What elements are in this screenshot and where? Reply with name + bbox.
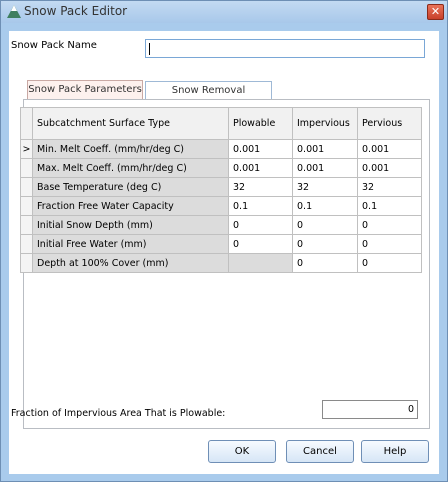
grid-row-base-temperature: Base Temperature (deg C) 32 32 32 — [20, 178, 422, 197]
grid-row-min-melt-coeff: > Min. Melt Coeff. (mm/hr/deg C) 0.001 0… — [20, 140, 422, 159]
column-header-impervious: Impervious — [293, 107, 358, 140]
column-header-plowable: Plowable — [229, 107, 293, 140]
column-header-surface-type: Subcatchment Surface Type — [33, 107, 229, 140]
text-caret — [149, 43, 150, 55]
row-indicator[interactable] — [20, 197, 33, 216]
impervious-cell[interactable]: 0 — [293, 254, 358, 273]
pervious-cell[interactable]: 0 — [358, 235, 422, 254]
snow-pack-name-label: Snow Pack Name — [11, 40, 97, 51]
dialog-body: Snow Pack Name Snow Pack Parameters Snow… — [9, 31, 439, 474]
grid-row-fraction-free-water: Fraction Free Water Capacity 0.1 0.1 0.1 — [20, 197, 422, 216]
row-label: Depth at 100% Cover (mm) — [33, 254, 229, 273]
cancel-button[interactable]: Cancel — [286, 440, 354, 463]
row-label: Initial Free Water (mm) — [33, 235, 229, 254]
close-icon: ✕ — [430, 5, 441, 18]
window-title: Snow Pack Editor — [24, 4, 128, 18]
pervious-cell[interactable]: 0.001 — [358, 140, 422, 159]
impervious-cell[interactable]: 32 — [293, 178, 358, 197]
row-indicator[interactable] — [20, 254, 33, 273]
row-label: Initial Snow Depth (mm) — [33, 216, 229, 235]
title-bar[interactable]: Snow Pack Editor ✕ — [1, 1, 447, 23]
help-button[interactable]: Help — [361, 440, 429, 463]
plowable-cell[interactable]: 0 — [229, 216, 293, 235]
row-label: Base Temperature (deg C) — [33, 178, 229, 197]
pervious-cell[interactable]: 0.1 — [358, 197, 422, 216]
impervious-cell[interactable]: 0.1 — [293, 197, 358, 216]
parameters-grid: Subcatchment Surface Type Plowable Imper… — [20, 107, 422, 273]
plowable-cell[interactable]: 0 — [229, 235, 293, 254]
column-header-pervious: Pervious — [358, 107, 422, 140]
row-label: Fraction Free Water Capacity — [33, 197, 229, 216]
pervious-cell[interactable]: 0 — [358, 216, 422, 235]
fraction-plowable-label: Fraction of Impervious Area That is Plow… — [11, 408, 226, 419]
plowable-cell-disabled — [229, 254, 293, 273]
impervious-cell[interactable]: 0 — [293, 235, 358, 254]
grid-row-max-melt-coeff: Max. Melt Coeff. (mm/hr/deg C) 0.001 0.0… — [20, 159, 422, 178]
row-indicator[interactable] — [20, 159, 33, 178]
plowable-cell[interactable]: 32 — [229, 178, 293, 197]
fraction-plowable-input[interactable]: 0 — [322, 400, 418, 419]
impervious-cell[interactable]: 0.001 — [293, 140, 358, 159]
tab-snow-pack-parameters[interactable]: Snow Pack Parameters — [27, 80, 143, 100]
tab-snow-removal-parameters[interactable]: Snow Removal Parameters — [145, 81, 272, 113]
close-button[interactable]: ✕ — [427, 4, 444, 20]
snow-pack-editor-window: Snow Pack Editor ✕ Snow Pack Name Snow P… — [0, 0, 448, 482]
impervious-cell[interactable]: 0.001 — [293, 159, 358, 178]
plowable-cell[interactable]: 0.1 — [229, 197, 293, 216]
row-indicator-header — [20, 107, 33, 140]
pervious-cell[interactable]: 0.001 — [358, 159, 422, 178]
pervious-cell[interactable]: 0 — [358, 254, 422, 273]
plowable-cell[interactable]: 0.001 — [229, 159, 293, 178]
row-indicator[interactable] — [20, 216, 33, 235]
plowable-cell[interactable]: 0.001 — [229, 140, 293, 159]
row-label: Min. Melt Coeff. (mm/hr/deg C) — [33, 140, 229, 159]
grid-row-depth-100-cover: Depth at 100% Cover (mm) 0 0 — [20, 254, 422, 273]
ok-button[interactable]: OK — [208, 440, 276, 463]
app-icon — [7, 5, 21, 18]
grid-row-initial-free-water: Initial Free Water (mm) 0 0 0 — [20, 235, 422, 254]
pervious-cell[interactable]: 32 — [358, 178, 422, 197]
snow-pack-name-input[interactable] — [145, 39, 425, 58]
row-label: Max. Melt Coeff. (mm/hr/deg C) — [33, 159, 229, 178]
row-indicator[interactable] — [20, 235, 33, 254]
grid-row-initial-snow-depth: Initial Snow Depth (mm) 0 0 0 — [20, 216, 422, 235]
impervious-cell[interactable]: 0 — [293, 216, 358, 235]
row-indicator[interactable] — [20, 178, 33, 197]
grid-header-row: Subcatchment Surface Type Plowable Imper… — [20, 107, 422, 140]
current-row-indicator-icon[interactable]: > — [20, 140, 33, 159]
